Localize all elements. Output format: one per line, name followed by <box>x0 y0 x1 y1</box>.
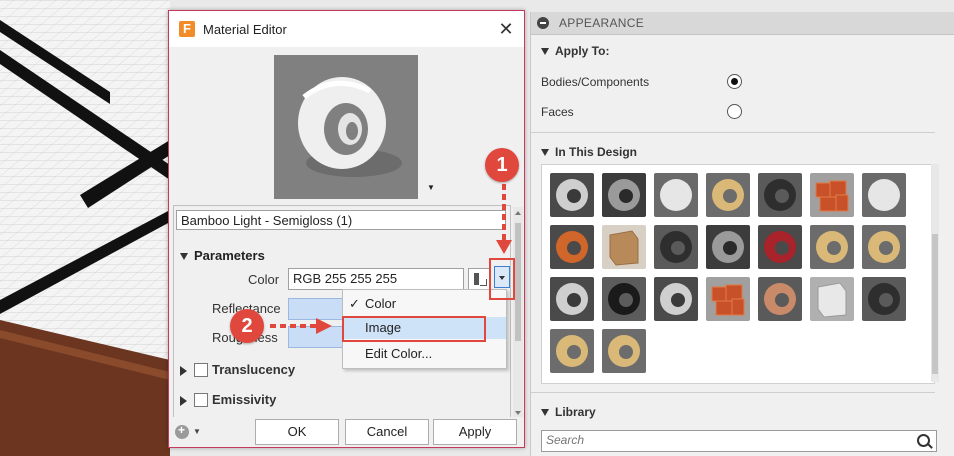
collapse-panel-icon[interactable] <box>537 17 549 29</box>
translucency-label: Translucency <box>212 362 296 377</box>
swatch-bamboo-ring[interactable] <box>550 329 594 373</box>
add-material-icon[interactable] <box>175 423 189 439</box>
in-this-design-section[interactable]: In This Design <box>541 145 637 159</box>
cad-viewport[interactable] <box>0 0 170 456</box>
faces-label: Faces <box>541 105 574 119</box>
swatch-orange-ring[interactable] <box>550 225 594 269</box>
color-picker-button[interactable] <box>468 268 490 290</box>
checkmark-icon: ✓ <box>349 296 360 311</box>
library-search[interactable] <box>541 430 937 452</box>
expand-down-icon <box>180 253 188 261</box>
parameters-section[interactable]: Parameters <box>180 248 265 263</box>
swatch-dark-ring[interactable] <box>654 225 698 269</box>
color-label: Color <box>248 272 280 287</box>
divider <box>531 392 935 393</box>
scroll-up-icon[interactable] <box>515 211 521 215</box>
color-value-field[interactable]: RGB 255 255 255 <box>288 268 464 290</box>
expand-down-icon <box>541 48 549 56</box>
highlight-box-image <box>342 316 486 342</box>
menu-item-label: Color <box>365 296 397 311</box>
swatch-bamboo-ring[interactable] <box>862 225 906 269</box>
in-this-design-label: In This Design <box>555 145 638 159</box>
swatch-cardboard-box[interactable] <box>602 225 646 269</box>
emissivity-checkbox[interactable] <box>194 393 208 407</box>
scrollbar-thumb[interactable] <box>932 234 938 374</box>
swatch-copper-ring[interactable] <box>758 277 802 321</box>
menu-item-label: Edit Color... <box>365 346 433 361</box>
close-button[interactable]: ✕ <box>488 11 524 47</box>
library-section[interactable]: Library <box>541 405 596 419</box>
material-editor-dialog: F Material Editor ✕ ▼ Bamboo Light - Sem… <box>168 10 525 448</box>
appearance-header: APPEARANCE <box>531 12 954 35</box>
preview-ring-shape <box>298 77 402 177</box>
translucency-checkbox[interactable] <box>194 363 208 377</box>
dialog-titlebar[interactable]: F Material Editor ✕ <box>169 11 524 47</box>
preview-options-chevron-down-icon[interactable]: ▼ <box>427 183 435 192</box>
search-input[interactable] <box>542 431 910 449</box>
add-options-chevron-down-icon[interactable]: ▼ <box>193 427 201 436</box>
highlight-box-dropdown <box>489 258 515 300</box>
swatch-steel-ring[interactable] <box>654 277 698 321</box>
swatch-dark-ring[interactable] <box>862 277 906 321</box>
swatch-glass-cube[interactable] <box>810 277 854 321</box>
fusion-app-icon: F <box>179 21 195 37</box>
reflectance-slider[interactable] <box>288 298 348 320</box>
callout-step-2: 2 <box>230 309 264 343</box>
material-name-field[interactable]: Bamboo Light - Semigloss (1) <box>176 210 506 230</box>
library-label: Library <box>555 405 596 419</box>
apply-to-label: Apply To: <box>555 44 610 58</box>
swatch-steel-ring[interactable] <box>550 173 594 217</box>
swatch-dark-ring[interactable] <box>758 173 802 217</box>
swatch-black-ring[interactable] <box>602 277 646 321</box>
swatch-chrome-ring[interactable] <box>602 173 646 217</box>
swatch-white-sphere[interactable] <box>654 173 698 217</box>
menu-item-edit-color[interactable]: Edit Color... <box>343 343 506 365</box>
swatch-steel-ring[interactable] <box>550 277 594 321</box>
expand-right-icon <box>180 395 187 406</box>
apply-button[interactable]: Apply <box>433 419 517 445</box>
swatch-grid-scrollbar[interactable] <box>931 164 939 382</box>
callout-step-1: 1 <box>485 148 519 182</box>
emissivity-label: Emissivity <box>212 392 277 407</box>
swatch-chrome-ring[interactable] <box>706 225 750 269</box>
ok-button[interactable]: OK <box>255 419 339 445</box>
apply-to-section[interactable]: Apply To: <box>541 44 609 58</box>
search-icon[interactable] <box>917 434 930 447</box>
expand-down-icon <box>541 409 549 417</box>
appearance-title: APPEARANCE <box>559 16 645 30</box>
dialog-footer: ▼ OK Cancel Apply <box>169 417 524 447</box>
viewport-model-drawing <box>0 0 170 456</box>
scroll-down-icon[interactable] <box>515 411 521 415</box>
expand-right-icon <box>180 365 187 376</box>
appearance-panel: APPEARANCE Apply To: Bodies/Components F… <box>530 12 954 456</box>
material-preview[interactable] <box>274 55 418 199</box>
translucency-section[interactable] <box>180 362 193 377</box>
scrollbar-thumb[interactable] <box>515 223 521 341</box>
divider <box>531 132 935 133</box>
emissivity-section[interactable] <box>180 392 193 407</box>
eyedropper-icon <box>474 273 487 286</box>
properties-scrollbar[interactable] <box>513 207 523 419</box>
appearance-swatch-grid <box>541 164 935 384</box>
expand-down-icon <box>541 149 549 157</box>
swatch-red-ring[interactable] <box>758 225 802 269</box>
roughness-slider[interactable] <box>288 326 348 348</box>
preview-area: ▼ <box>169 47 524 199</box>
swatch-copper-blocks[interactable] <box>706 277 750 321</box>
swatch-bamboo-ring[interactable] <box>706 173 750 217</box>
cancel-button[interactable]: Cancel <box>345 419 429 445</box>
swatch-bamboo-ring[interactable] <box>602 329 646 373</box>
swatch-copper-blocks[interactable] <box>810 173 854 217</box>
bodies-components-radio[interactable] <box>727 74 742 89</box>
bodies-components-label: Bodies/Components <box>541 75 650 89</box>
faces-radio[interactable] <box>727 104 742 119</box>
parameters-label: Parameters <box>194 248 265 263</box>
menu-item-color[interactable]: ✓ Color <box>343 293 506 315</box>
swatch-bamboo-ring[interactable] <box>810 225 854 269</box>
swatch-white-sphere[interactable] <box>862 173 906 217</box>
dialog-title: Material Editor <box>203 22 287 37</box>
